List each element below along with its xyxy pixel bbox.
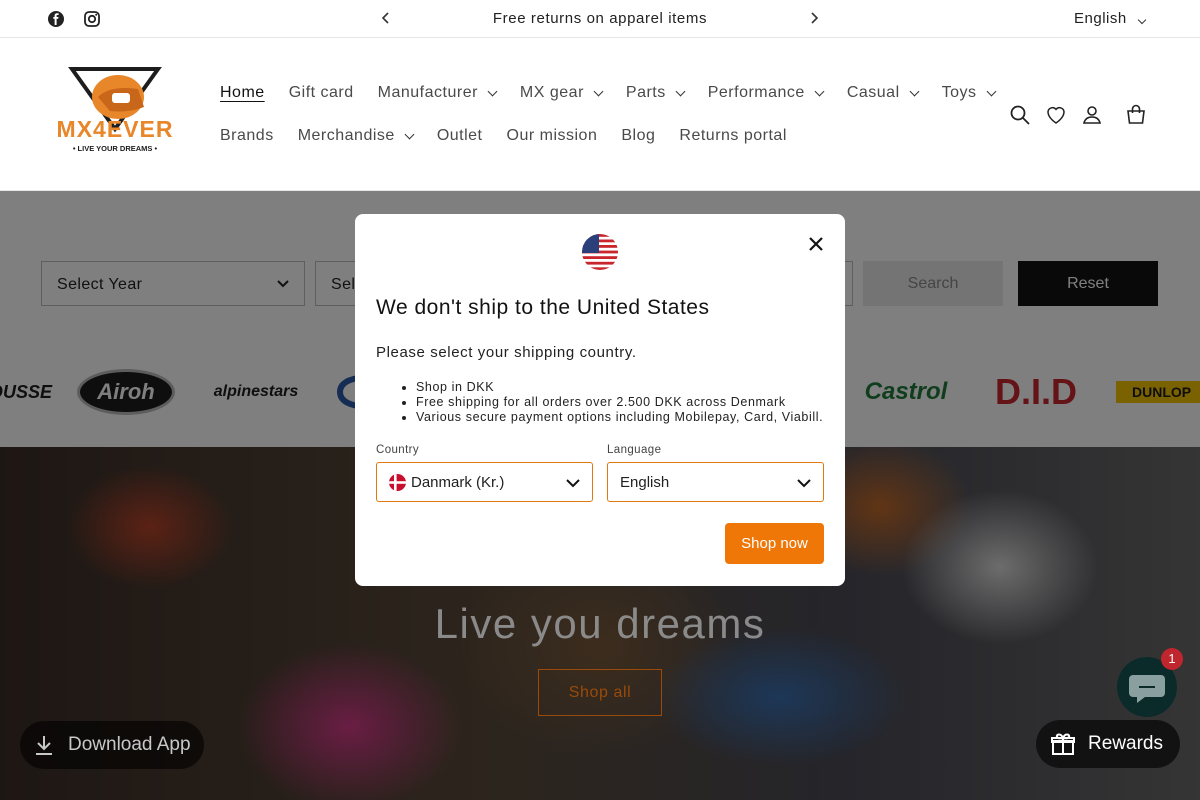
- main-nav: Home Gift card Manufacturer MX gear Part…: [220, 83, 996, 169]
- nav-item-parts[interactable]: Parts: [625, 84, 686, 102]
- nav-item-label: Brands: [220, 127, 274, 144]
- download-app-button[interactable]: Download App: [20, 721, 204, 769]
- nav-item-label: MX gear: [519, 84, 584, 101]
- chevron-right-icon[interactable]: [808, 8, 820, 33]
- nav-row-secondary: Brands Merchandise Outlet Our mission Bl…: [220, 126, 980, 146]
- nav-item-label: Manufacturer: [377, 84, 478, 101]
- language-label: Language: [607, 444, 662, 456]
- nav-item-merchandise[interactable]: Merchandise: [297, 127, 415, 145]
- close-icon[interactable]: [806, 234, 826, 254]
- download-app-label: Download App: [68, 734, 191, 755]
- announcement-message: Free returns on apparel items: [492, 10, 708, 27]
- list-item: Shop in DKK: [416, 380, 823, 395]
- nav-item-label: Blog: [621, 127, 656, 144]
- nav-item-brands[interactable]: Brands: [220, 127, 274, 145]
- download-icon: [36, 736, 52, 755]
- nav-item-returns-portal[interactable]: Returns portal: [679, 127, 787, 145]
- shop-all-button[interactable]: Shop all: [538, 669, 662, 716]
- chat-notification-badge: 1: [1161, 648, 1183, 670]
- nav-item-label: Parts: [625, 84, 666, 101]
- nav-item-label: Merchandise: [297, 127, 395, 144]
- rewards-label: Rewards: [1088, 733, 1163, 754]
- nav-item-performance[interactable]: Performance: [707, 84, 825, 102]
- chevron-down-icon: [814, 86, 825, 96]
- nav-item-label: Outlet: [436, 127, 483, 144]
- shop-now-button[interactable]: Shop now: [725, 523, 824, 564]
- nav-item-blog[interactable]: Blog: [621, 127, 655, 145]
- nav-item-home[interactable]: Home: [220, 84, 265, 102]
- rewards-button[interactable]: Rewards: [1036, 720, 1180, 768]
- heart-icon[interactable]: [1044, 103, 1068, 127]
- modal-subtitle: Please select your shipping country.: [376, 344, 637, 361]
- svg-text:• LIVE YOUR DREAMS •: • LIVE YOUR DREAMS •: [73, 144, 158, 153]
- gift-icon: [1051, 733, 1075, 755]
- language-selector-label: English: [1074, 10, 1127, 27]
- nav-item-gift-card[interactable]: Gift card: [289, 84, 354, 102]
- language-select[interactable]: English: [607, 462, 824, 502]
- chevron-down-icon: [1138, 15, 1147, 25]
- nav-item-label: Casual: [846, 84, 900, 101]
- country-select-value: Danmark (Kr.): [411, 473, 505, 491]
- nav-item-label: Our mission: [506, 127, 598, 144]
- svg-text:MX4EVER: MX4EVER: [57, 116, 174, 142]
- nav-item-toys[interactable]: Toys: [941, 84, 996, 102]
- chevron-down-icon: [487, 86, 498, 96]
- shipping-country-modal: We don't ship to the United States Pleas…: [355, 214, 845, 586]
- nav-item-label: Gift card: [288, 84, 354, 101]
- nav-item-manufacturer[interactable]: Manufacturer: [377, 84, 498, 102]
- search-icon[interactable]: [1008, 103, 1032, 127]
- language-select-value: English: [620, 473, 670, 491]
- header-actions: [1008, 103, 1148, 127]
- chevron-down-icon: [404, 129, 415, 139]
- nav-item-mx-gear[interactable]: MX gear: [519, 84, 604, 102]
- account-icon[interactable]: [1080, 103, 1104, 127]
- nav-item-label: Toys: [941, 84, 977, 101]
- country-select[interactable]: Danmark (Kr.): [376, 462, 593, 502]
- nav-item-outlet[interactable]: Outlet: [437, 127, 483, 145]
- chevron-down-icon: [675, 86, 686, 96]
- announcement-bar: Free returns on apparel items English: [0, 0, 1200, 38]
- us-flag-icon: [582, 234, 618, 270]
- nav-item-label: Returns portal: [679, 127, 787, 144]
- language-selector[interactable]: English: [1074, 10, 1147, 27]
- chevron-down-icon: [909, 86, 920, 96]
- chevron-down-icon: [593, 86, 604, 96]
- nav-row-primary: Home Gift card Manufacturer MX gear Part…: [220, 83, 996, 103]
- modal-title: We don't ship to the United States: [376, 296, 710, 319]
- logo[interactable]: MX4EVER • LIVE YOUR DREAMS •: [50, 67, 180, 163]
- chevron-down-icon: [986, 86, 996, 96]
- modal-benefits-list: Shop in DKK Free shipping for all orders…: [416, 380, 823, 425]
- country-label: Country: [376, 444, 420, 456]
- cart-icon[interactable]: [1124, 103, 1148, 127]
- chevron-down-icon: [797, 479, 811, 488]
- list-item: Various secure payment options including…: [416, 410, 823, 425]
- chevron-down-icon: [566, 479, 580, 488]
- nav-item-our-mission[interactable]: Our mission: [507, 127, 598, 145]
- nav-item-casual[interactable]: Casual: [846, 84, 920, 102]
- site-header: MX4EVER • LIVE YOUR DREAMS • Home Gift c…: [0, 39, 1200, 191]
- nav-item-label: Home: [220, 84, 265, 101]
- denmark-flag-icon: [389, 473, 406, 491]
- nav-item-label: Performance: [707, 84, 805, 101]
- list-item: Free shipping for all orders over 2.500 …: [416, 395, 823, 410]
- hero-title: Live you dreams: [434, 600, 766, 647]
